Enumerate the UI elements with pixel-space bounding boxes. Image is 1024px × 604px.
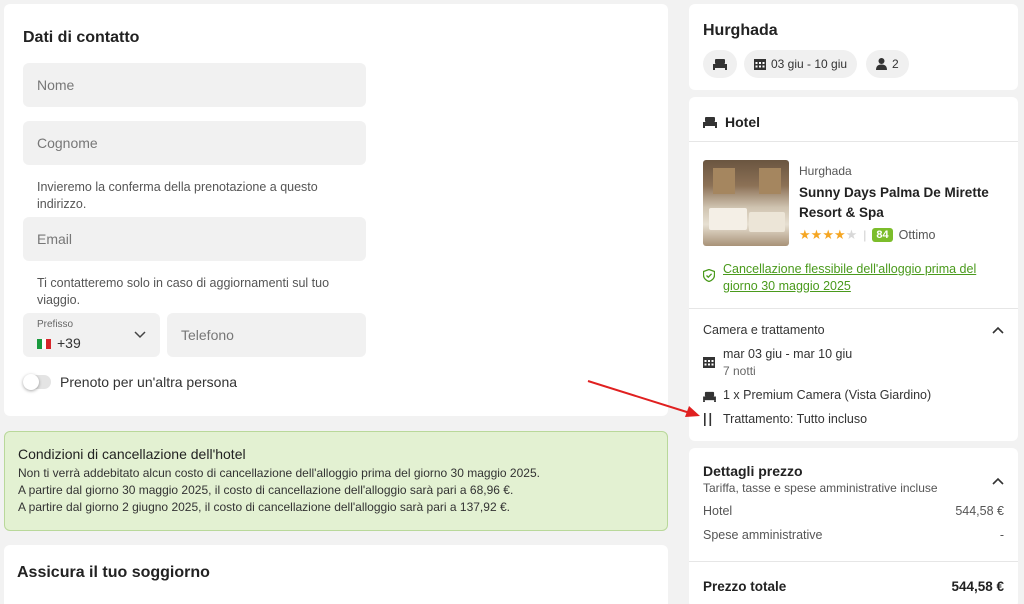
bed-icon <box>703 391 716 402</box>
price-subtitle: Tariffa, tasse e spese amministrative in… <box>703 481 938 495</box>
cancellation-conditions: Condizioni di cancellazione dell'hotel N… <box>4 431 668 531</box>
guests-chip[interactable]: 2 <box>866 50 909 78</box>
bed-chip[interactable] <box>703 50 737 78</box>
total-label: Prezzo totale <box>703 579 787 594</box>
hotel-city: Hurghada <box>799 164 852 178</box>
cancellation-line: A partire dal giorno 30 maggio 2025, il … <box>18 483 514 497</box>
insurance-card: Assicura il tuo soggiorno <box>4 545 668 604</box>
divider <box>689 308 1018 309</box>
bed-icon <box>703 117 717 128</box>
hotel-card: Hotel Hurghada Sunny Days Palma De Miret… <box>689 97 1018 441</box>
shield-check-icon <box>703 269 715 282</box>
contact-title: Dati di contatto <box>23 29 140 46</box>
hotel-photo[interactable] <box>703 160 789 246</box>
phone-prefix-select[interactable]: Prefisso +39 <box>23 313 160 357</box>
destination-title: Hurghada <box>703 22 778 39</box>
first-name-placeholder: Nome <box>37 77 75 93</box>
board-type: Trattamento: Tutto incluso <box>723 412 868 426</box>
price-row-label: Hotel <box>703 504 733 518</box>
flexible-cancellation-link[interactable]: Cancellazione flessibile dell'alloggio p… <box>723 261 993 295</box>
divider <box>689 561 1018 562</box>
utensils-icon <box>704 413 712 426</box>
calendar-icon <box>703 357 715 368</box>
chevron-down-icon <box>134 331 146 339</box>
insurance-title: Assicura il tuo soggiorno <box>17 564 210 581</box>
star-icon: ★ <box>810 227 823 242</box>
price-title: Dettagli prezzo <box>703 463 803 479</box>
star-icon: ★ <box>822 227 834 242</box>
hotel-rating: ★★★★★ | 84 Ottimo <box>799 226 935 244</box>
other-person-toggle[interactable] <box>23 374 51 390</box>
price-details-card: Dettagli prezzo Tariffa, tasse e spese a… <box>689 448 1018 604</box>
cancellation-title: Condizioni di cancellazione dell'hotel <box>18 446 246 462</box>
email-placeholder: Email <box>37 231 73 247</box>
room-section-title: Camera e trattamento <box>703 323 825 337</box>
italy-flag-icon <box>37 339 52 349</box>
trip-summary: Hurghada 03 giu - 10 giu 2 <box>689 4 1018 90</box>
other-person-label: Prenoto per un'altra persona <box>60 374 238 390</box>
last-name-input[interactable]: Cognome <box>23 121 366 165</box>
email-hint: Invieremo la conferma della prenotazione… <box>37 180 318 211</box>
last-name-placeholder: Cognome <box>37 135 98 151</box>
price-row-label: Spese amministrative <box>703 528 823 542</box>
total-value: 544,58 € <box>951 579 1004 594</box>
chevron-up-icon[interactable] <box>991 476 1005 486</box>
star-empty-icon: ★ <box>845 227 858 242</box>
hotel-name[interactable]: Sunny Days Palma De Mirette Resort & Spa <box>799 183 1009 223</box>
divider <box>689 141 1018 142</box>
rating-separator: | <box>863 228 867 242</box>
cancellation-line: A partire dal giorno 2 giugno 2025, il c… <box>18 500 510 514</box>
chevron-up-icon[interactable] <box>991 325 1005 335</box>
prefix-label: Prefisso <box>37 319 74 330</box>
price-row-hotel: Hotel 544,58 € <box>703 504 1004 518</box>
stay-dates: mar 03 giu - mar 10 giu <box>723 347 853 361</box>
person-icon <box>876 58 887 70</box>
guests-chip-label: 2 <box>892 57 899 71</box>
price-row-value: 544,58 € <box>955 504 1004 518</box>
contact-card: Dati di contatto Nome Cognome Invieremo … <box>4 4 668 416</box>
toggle-knob <box>23 374 39 390</box>
phone-input[interactable]: Telefono <box>167 313 366 357</box>
price-row-admin-fees: Spese amministrative - <box>703 528 1004 542</box>
calendar-icon <box>754 59 766 70</box>
bed-icon <box>713 59 727 70</box>
first-name-input[interactable]: Nome <box>23 63 366 107</box>
price-row-value: - <box>999 528 1004 542</box>
dates-chip[interactable]: 03 giu - 10 giu <box>744 50 858 78</box>
phone-hint: Ti contatteremo solo in caso di aggiorna… <box>37 276 330 307</box>
phone-placeholder: Telefono <box>181 327 234 343</box>
star-icon: ★ <box>833 227 846 242</box>
score-badge: 84 <box>872 228 893 242</box>
star-rating: ★★★★★ <box>799 226 857 244</box>
price-total-row: Prezzo totale 544,58 € <box>703 579 1004 594</box>
dates-chip-label: 03 giu - 10 giu <box>771 57 848 71</box>
score-label: Ottimo <box>898 228 936 242</box>
email-input[interactable]: Email <box>23 217 366 261</box>
room-type: 1 x Premium Camera (Vista Giardino) <box>723 388 932 402</box>
stay-nights: 7 notti <box>723 364 756 378</box>
hotel-section-title: Hotel <box>725 114 760 130</box>
prefix-value: +39 <box>57 335 81 351</box>
star-icon: ★ <box>799 227 811 242</box>
cancellation-line: Non ti verrà addebitato alcun costo di c… <box>18 466 540 480</box>
